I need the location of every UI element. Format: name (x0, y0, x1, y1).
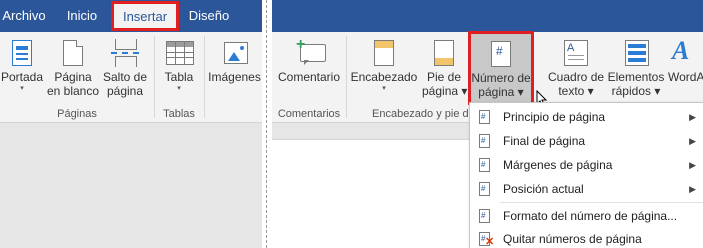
pane-divider (262, 0, 272, 248)
table-icon (158, 36, 200, 68)
menu-item-label: Quitar números de página (503, 232, 642, 246)
cover-page-arrow: ▾ (20, 85, 24, 92)
menu-item-current-position[interactable]: Posición actual ▶ (470, 177, 703, 201)
table-arrow: ▾ (177, 85, 181, 92)
menu-item-format-page-numbers[interactable]: Formato del número de página... (470, 204, 703, 228)
remove-x-icon: ✕ (485, 236, 495, 248)
comment-icon: + (274, 36, 344, 68)
page-number-dropdown-menu: Principio de página ▶ Final de página ▶ … (469, 102, 703, 248)
blank-page-label-2: en blanco (46, 84, 100, 98)
page-break-icon (101, 36, 149, 68)
group-label-tables: Tablas (163, 108, 195, 120)
footer-label-2: página ▾ (422, 84, 468, 98)
menu-item-page-margins[interactable]: Márgenes de página ▶ (470, 153, 703, 177)
submenu-arrow-icon: ▶ (689, 160, 696, 170)
cover-page-label: Portada (0, 70, 44, 84)
header-icon (350, 36, 418, 68)
group-label-comments: Comentarios (277, 108, 341, 120)
submenu-arrow-icon: ▶ (689, 184, 696, 194)
tab-inicio[interactable]: Inicio (58, 0, 106, 32)
right-screenshot-pane: + Comentario Encabezado ▾ Pie de página … (272, 0, 703, 248)
text-box-button[interactable]: A Cuadro de texto ▾ (548, 36, 604, 98)
page-break-button[interactable]: Salto de página (101, 36, 149, 98)
submenu-arrow-icon: ▶ (689, 136, 696, 146)
quick-parts-label-2: rápidos ▾ (611, 84, 661, 98)
title-bar (272, 0, 703, 32)
text-box-label-1: Cuadro de (548, 70, 605, 84)
insertar-highlight-box (111, 1, 179, 31)
pictures-icon (207, 36, 262, 68)
pictures-label: Imágenes (208, 70, 261, 84)
comment-label: Comentario (277, 70, 341, 84)
menu-item-label: Formato del número de página... (503, 209, 678, 223)
quick-parts-button[interactable]: Elementos rápidos ▾ (606, 36, 666, 98)
page-number-icon (479, 105, 490, 129)
header-arrow: ▾ (382, 85, 386, 92)
menu-item-label: Final de página (503, 134, 586, 148)
menu-item-remove-page-numbers[interactable]: ✕ Quitar números de página (470, 227, 703, 248)
text-box-icon: A (548, 36, 604, 68)
group-label-pages: Páginas (57, 108, 97, 120)
footer-label-1: Pie de (426, 70, 462, 84)
blank-page-label-1: Página (54, 70, 92, 84)
footer-icon (422, 36, 466, 68)
pictures-button[interactable]: Imágenes (207, 36, 262, 84)
menu-item-top-of-page[interactable]: Principio de página ▶ (470, 105, 703, 129)
group-separator (346, 36, 347, 118)
blank-page-icon (46, 36, 100, 68)
menu-item-label: Posición actual (503, 182, 584, 196)
format-page-number-icon (479, 204, 490, 228)
tab-diseno[interactable]: Diseño (184, 0, 234, 32)
comment-button[interactable]: + Comentario (274, 36, 344, 85)
quick-parts-label-1: Elementos (607, 70, 665, 84)
document-page (272, 140, 477, 248)
group-separator (154, 36, 155, 118)
left-screenshot-pane: Archivo Inicio Insertar Diseño Portada ▾… (0, 0, 262, 248)
page-number-icon (479, 153, 490, 177)
table-label: Tabla (164, 70, 194, 84)
blank-page-button[interactable]: Página en blanco (46, 36, 100, 98)
header-button[interactable]: Encabezado ▾ (350, 36, 418, 94)
menu-separator (500, 202, 703, 203)
page-number-icon (479, 177, 490, 201)
submenu-arrow-icon: ▶ (689, 112, 696, 122)
tab-archivo[interactable]: Archivo (0, 0, 48, 32)
menu-item-bottom-of-page[interactable]: Final de página ▶ (470, 129, 703, 153)
page-number-icon (479, 129, 490, 153)
quick-parts-icon (606, 36, 666, 68)
menu-item-label: Principio de página (503, 110, 606, 124)
footer-button[interactable]: Pie de página ▾ (422, 36, 468, 98)
cover-page-button[interactable]: Portada ▾ (0, 36, 44, 94)
group-separator (204, 36, 205, 118)
cover-page-icon (0, 36, 44, 68)
header-label: Encabezado (350, 70, 418, 84)
text-box-label-2: texto ▾ (558, 84, 594, 98)
page-break-label-2: página (106, 84, 144, 98)
page-number-highlight-box (468, 31, 534, 105)
menu-item-label: Márgenes de página (503, 158, 613, 172)
document-area (0, 123, 262, 248)
wordart-button[interactable]: A WordA (668, 36, 703, 84)
wordart-icon: A (672, 36, 690, 65)
page-break-label-1: Salto de (102, 70, 148, 84)
wordart-label: WordA (668, 70, 703, 84)
table-button[interactable]: Tabla ▾ (158, 36, 200, 94)
ribbon: Portada ▾ Página en blanco Salto de pági… (0, 32, 262, 123)
